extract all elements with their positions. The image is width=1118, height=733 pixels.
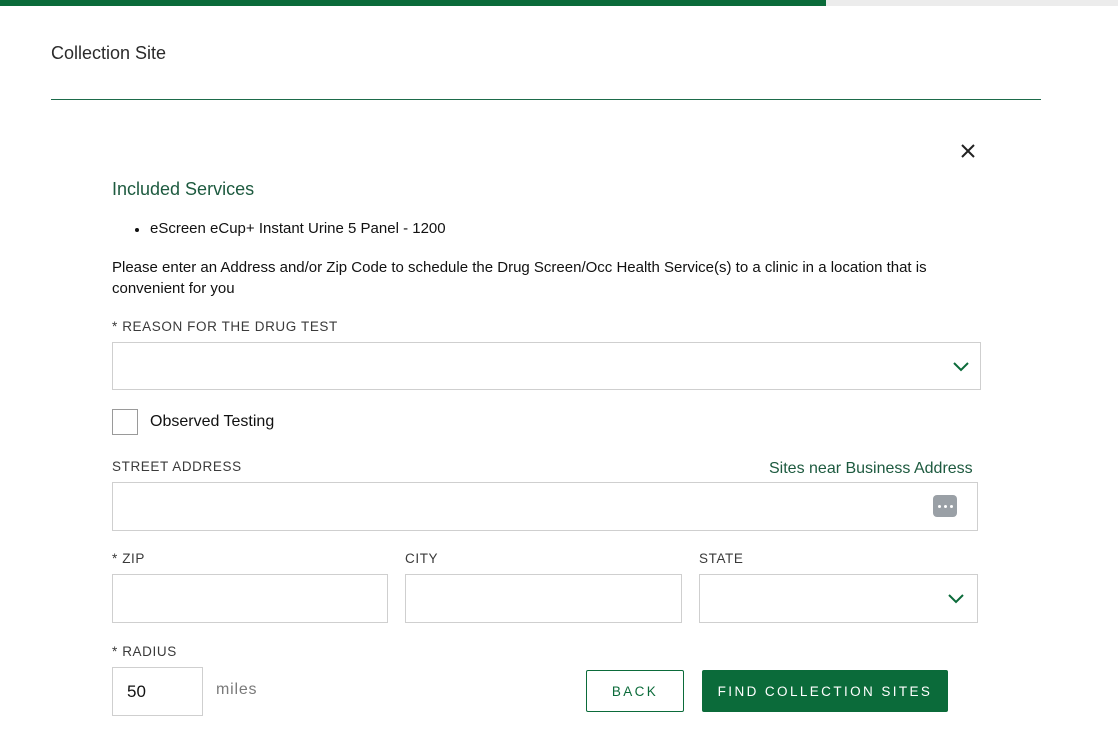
city-input[interactable] — [405, 574, 682, 623]
title-divider — [51, 99, 1041, 100]
observed-testing-label: Observed Testing — [150, 413, 275, 430]
street-address-input[interactable] — [112, 482, 978, 531]
observed-testing-checkbox[interactable] — [112, 409, 138, 435]
reason-label: * REASON FOR THE DRUG TEST — [112, 319, 338, 334]
city-label: CITY — [405, 551, 439, 566]
radius-unit: miles — [216, 681, 258, 698]
zip-label: * ZIP — [112, 551, 146, 566]
chevron-down-icon — [953, 362, 969, 372]
more-dots-icon[interactable] — [933, 495, 957, 517]
progress-bar — [0, 0, 1118, 6]
included-services-heading: Included Services — [112, 179, 255, 199]
find-collection-sites-button[interactable]: FIND COLLECTION SITES — [702, 670, 948, 712]
state-select[interactable] — [699, 574, 978, 623]
back-button[interactable]: BACK — [586, 670, 684, 712]
zip-input[interactable] — [112, 574, 388, 623]
progress-bar-fill — [0, 0, 827, 6]
sites-near-business-link[interactable]: Sites near Business Address — [769, 460, 973, 478]
services-list: eScreen eCup+ Instant Urine 5 Panel - 12… — [133, 220, 446, 237]
radius-label: * RADIUS — [112, 644, 177, 659]
instructions-text: Please enter an Address and/or Zip Code … — [112, 259, 927, 297]
close-icon — [961, 144, 975, 158]
chevron-down-icon — [948, 594, 964, 604]
reason-select[interactable] — [112, 342, 981, 390]
street-address-label: STREET ADDRESS — [112, 459, 242, 474]
close-button[interactable] — [956, 139, 980, 163]
service-item: eScreen eCup+ Instant Urine 5 Panel - 12… — [133, 220, 446, 237]
state-label: STATE — [699, 551, 744, 566]
page-title: Collection Site — [51, 43, 167, 63]
radius-input[interactable] — [112, 667, 203, 716]
